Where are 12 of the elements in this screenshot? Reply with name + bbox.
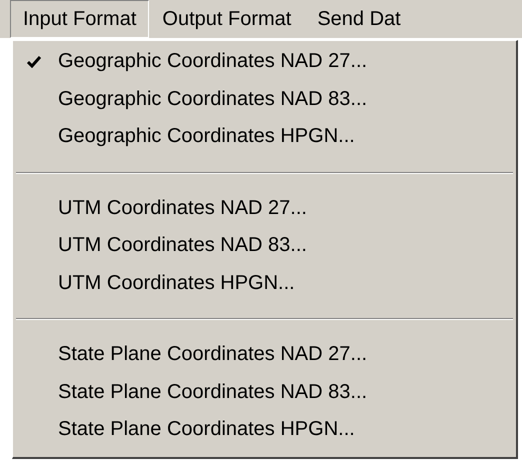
menu-bar-item[interactable]: Input Format — [10, 0, 150, 38]
menu-item[interactable]: State Plane Coordinates NAD 83... — [13, 374, 516, 411]
menu-item[interactable]: Geographic Coordinates NAD 83... — [13, 80, 516, 118]
menu-item[interactable]: Geographic Coordinates NAD 27... — [13, 43, 516, 80]
menu-item[interactable]: UTM Coordinates NAD 83... — [13, 227, 516, 264]
menu-item[interactable]: Geographic Coordinates HPGN... — [13, 118, 516, 156]
menu-bar-item[interactable]: Send Dat — [304, 0, 414, 38]
menu-item[interactable]: UTM Coordinates HPGN... — [13, 264, 516, 302]
menu-item[interactable]: State Plane Coordinates HPGN... — [13, 411, 516, 448]
menu-item[interactable]: UTM Coordinates NAD 27... — [13, 190, 516, 227]
menu-item[interactable]: State Plane Coordinates NAD 27... — [13, 336, 516, 374]
menu-bar-item[interactable]: Output Format — [149, 0, 304, 38]
